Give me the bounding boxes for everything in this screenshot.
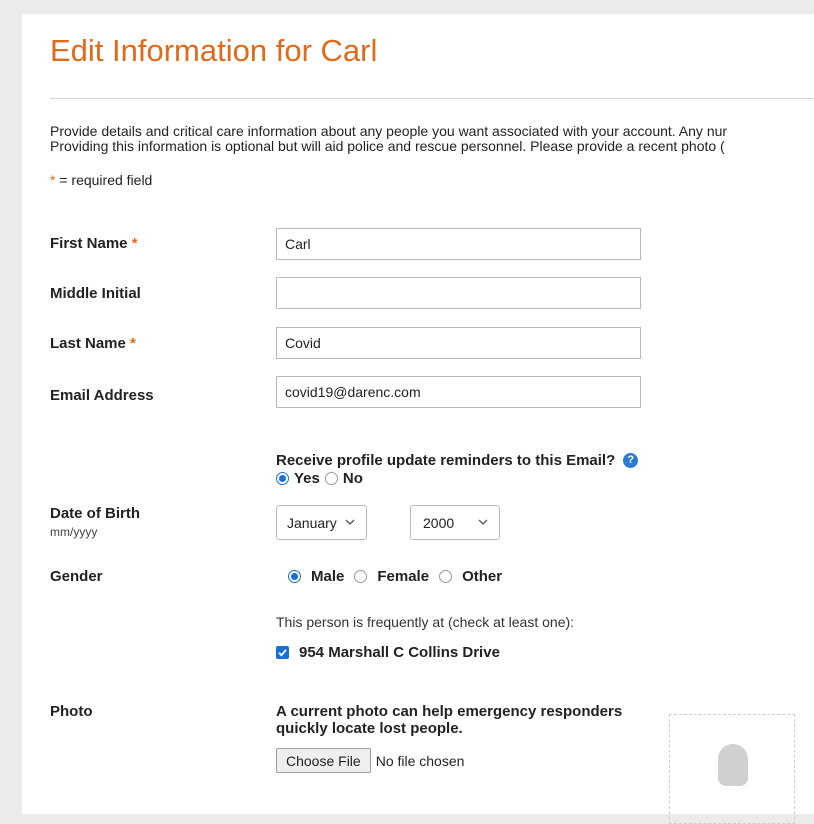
intro-line-2: Providing this information is optional b… [50, 138, 725, 154]
divider [50, 98, 814, 99]
location-note: This person is frequently at (check at l… [276, 614, 575, 630]
dob-year-value: 2000 [423, 514, 455, 531]
reminder-yes-radio[interactable] [276, 472, 289, 485]
location-checkbox[interactable] [276, 646, 289, 659]
first-name-label-text: First Name [50, 235, 128, 252]
chevron-down-icon [478, 519, 488, 525]
last-name-label: Last Name * [50, 335, 136, 352]
gender-other-radio[interactable] [439, 570, 453, 583]
chevron-down-icon [345, 519, 355, 525]
reminder-options: Yes No [276, 470, 363, 487]
location-label[interactable]: 954 Marshall C Collins Drive [299, 644, 500, 661]
dob-year-select[interactable]: 2000 [410, 505, 500, 540]
email-label: Email Address [50, 387, 154, 404]
dob-format-hint: mm/yyyy [50, 525, 98, 539]
gender-female-label[interactable]: Female [377, 568, 429, 585]
dob-month-select[interactable]: January [276, 505, 367, 540]
photo-label: Photo [50, 703, 93, 720]
intro-text: Provide details and critical care inform… [50, 124, 814, 154]
reminder-question: Receive profile update reminders to this… [276, 452, 639, 469]
required-note-text: = required field [55, 172, 153, 188]
help-icon[interactable]: ? [623, 453, 639, 468]
email-input[interactable] [276, 376, 641, 408]
dob-month-value: January [287, 514, 337, 531]
gender-label: Gender [50, 568, 103, 585]
last-name-required-star: * [130, 335, 136, 352]
photo-help-text: A current photo can help emergency respo… [276, 703, 623, 737]
gender-female-radio[interactable] [354, 570, 368, 583]
gender-male-radio[interactable] [288, 570, 301, 583]
gender-male-label[interactable]: Male [311, 568, 344, 585]
first-name-input[interactable] [276, 228, 641, 260]
page-title: Edit Information for Carl [50, 33, 378, 68]
reminder-no-radio[interactable] [324, 472, 338, 485]
file-status: No file chosen [375, 752, 465, 769]
middle-initial-input[interactable] [276, 277, 641, 309]
file-input: Choose File No file chosen [276, 748, 464, 773]
intro-line-1: Provide details and critical care inform… [50, 124, 728, 139]
choose-file-button[interactable]: Choose File [276, 748, 371, 773]
reminder-question-text: Receive profile update reminders to this… [276, 452, 616, 469]
gender-other-label[interactable]: Other [462, 568, 502, 585]
checkmark-icon [278, 649, 287, 657]
last-name-input[interactable] [276, 327, 641, 359]
dob-label: Date of Birth [50, 505, 140, 522]
first-name-required-star: * [131, 235, 138, 252]
middle-initial-label: Middle Initial [50, 285, 141, 302]
photo-preview-box [669, 714, 795, 824]
reminder-yes-label[interactable]: Yes [294, 470, 320, 487]
last-name-label-text: Last Name [50, 335, 126, 352]
required-note: * = required field [50, 172, 152, 188]
location-item: 954 Marshall C Collins Drive [276, 644, 500, 661]
reminder-no-label[interactable]: No [343, 470, 363, 487]
gender-options: Male Female Other [288, 568, 502, 585]
first-name-label: First Name * [50, 235, 138, 252]
